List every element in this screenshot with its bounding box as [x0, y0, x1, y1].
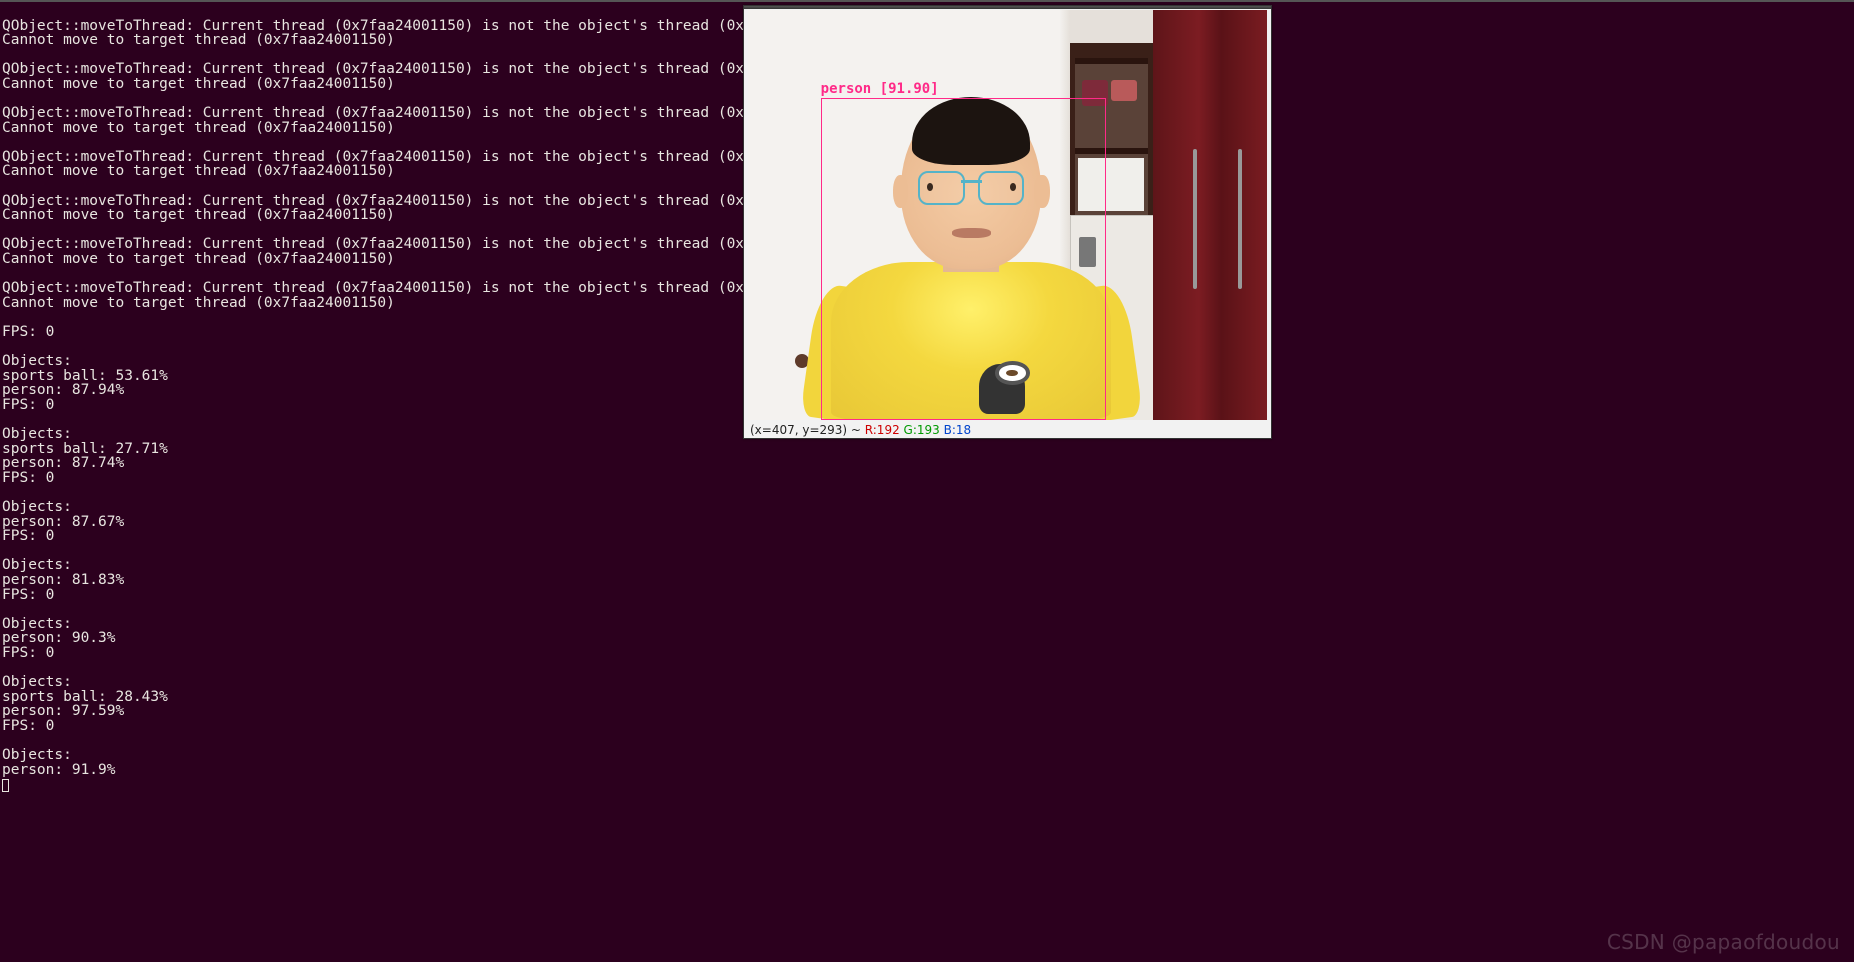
camera-scene: person [91.90] [748, 10, 1267, 420]
status-r: R:192 [865, 423, 900, 437]
video-window-titlebar[interactable] [744, 6, 1271, 9]
status-xy: (x=407, y=293) ~ [750, 423, 865, 437]
detection-label: person [91.90] [821, 81, 939, 97]
scene-wardrobe [1153, 10, 1267, 420]
status-g: G:193 [904, 423, 940, 437]
terminal-output[interactable]: QObject::moveToThread: Current thread (0… [2, 19, 742, 792]
detection-bounding-box [821, 98, 1106, 420]
terminal-cursor [2, 779, 9, 792]
status-b: B:18 [944, 423, 972, 437]
video-status-bar: (x=407, y=293) ~ R:192 G:193 B:18 [750, 423, 971, 437]
video-frame: person [91.90] [748, 10, 1267, 420]
csdn-watermark: CSDN @papaofdoudou [1607, 930, 1840, 954]
window-top-edge [0, 0, 1854, 2]
opencv-video-window[interactable]: person [91.90] (x=407, y=293) ~ R:192 G:… [743, 5, 1272, 439]
